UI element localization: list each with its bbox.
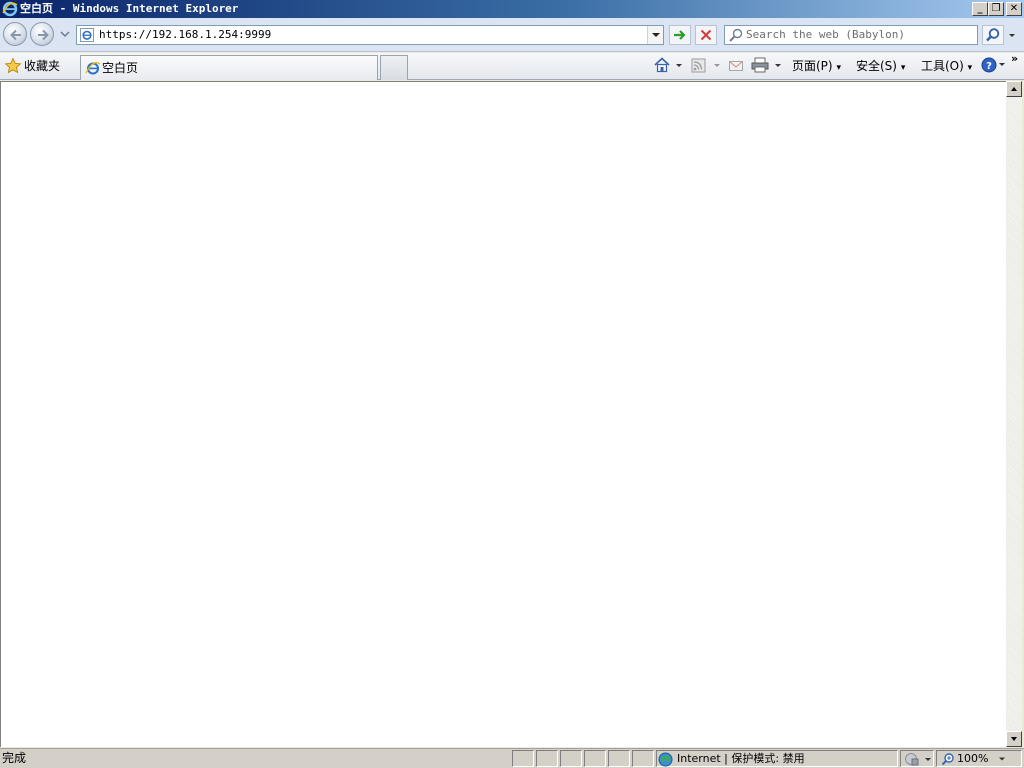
status-pane xyxy=(560,750,582,767)
page-menu-label: 页面(P) xyxy=(792,59,833,73)
arrow-up-icon xyxy=(1011,87,1017,91)
chevron-down-icon xyxy=(60,31,70,37)
status-pane xyxy=(512,750,534,767)
dropdown-arrow-icon xyxy=(775,64,781,67)
rss-feed-icon xyxy=(691,58,706,73)
tools-menu[interactable]: 工具(O) ▾ xyxy=(921,56,972,76)
magnifier-icon xyxy=(986,28,1000,42)
search-button[interactable] xyxy=(982,25,1004,45)
minimize-icon: _ xyxy=(977,3,983,14)
favorites-button[interactable]: 收藏夹 xyxy=(24,56,60,76)
safety-menu-label: 安全(S) xyxy=(856,59,897,73)
printer-icon xyxy=(751,57,769,73)
chevron-down-icon: ▾ xyxy=(900,63,906,73)
window-title: 空白页 - Windows Internet Explorer xyxy=(20,2,239,15)
print-button[interactable] xyxy=(750,56,770,74)
dropdown-arrow-icon xyxy=(999,757,1005,761)
status-text: 完成 xyxy=(2,751,27,765)
page-content[interactable] xyxy=(0,81,1006,747)
status-pane xyxy=(632,750,654,767)
search-box[interactable]: Search the web (Babylon) xyxy=(724,25,978,45)
feeds-dropdown[interactable] xyxy=(712,58,722,72)
vertical-scrollbar[interactable] xyxy=(1006,81,1022,747)
minimize-button[interactable]: _ xyxy=(972,2,988,16)
print-dropdown[interactable] xyxy=(773,58,783,72)
help-menu[interactable]: ? xyxy=(981,56,1009,74)
new-tab-button[interactable] xyxy=(380,55,408,80)
page-menu[interactable]: 页面(P) ▾ xyxy=(792,56,841,76)
svg-text:?: ? xyxy=(986,61,992,72)
title-bar[interactable]: 空白页 - Windows Internet Explorer _ ❐ ✕ xyxy=(0,0,1024,18)
home-button[interactable] xyxy=(652,56,672,74)
recent-pages-dropdown[interactable] xyxy=(59,28,71,40)
back-button[interactable] xyxy=(3,22,27,46)
more-commands-chevron-icon[interactable]: » xyxy=(1011,52,1023,66)
scroll-down-button[interactable] xyxy=(1006,731,1022,747)
zone-text: Internet | 保护模式: 禁用 xyxy=(677,752,805,765)
close-window-button[interactable]: ✕ xyxy=(1006,2,1022,16)
scroll-up-button[interactable] xyxy=(1006,81,1022,97)
chevron-down-icon: ▾ xyxy=(967,63,973,73)
home-dropdown[interactable] xyxy=(674,58,684,72)
address-bar[interactable]: https://192.168.1.254:9999 xyxy=(76,25,664,45)
address-input[interactable]: https://192.168.1.254:9999 xyxy=(99,26,271,44)
dropdown-arrow-icon xyxy=(652,33,660,37)
go-arrow-icon xyxy=(674,30,686,40)
feeds-button[interactable] xyxy=(690,57,708,75)
zoom-icon xyxy=(941,753,954,766)
chevron-down-icon: ▾ xyxy=(836,63,841,73)
globe-icon xyxy=(658,752,673,767)
help-icon: ? xyxy=(981,57,1005,73)
favorites-star-icon xyxy=(4,57,22,75)
status-pane xyxy=(536,750,558,767)
forward-button[interactable] xyxy=(30,22,54,46)
restore-button[interactable]: ❐ xyxy=(988,2,1004,16)
lock-globe-icon xyxy=(905,753,931,766)
address-dropdown-button[interactable] xyxy=(647,26,663,44)
ie-logo-icon xyxy=(2,1,18,17)
search-input[interactable]: Search the web (Babylon) xyxy=(746,26,905,44)
tab-label: 空白页 xyxy=(102,61,139,75)
safety-menu[interactable]: 安全(S) ▾ xyxy=(856,56,905,76)
forward-arrow-icon xyxy=(38,29,49,41)
search-options-dropdown[interactable] xyxy=(1005,27,1019,43)
back-arrow-icon xyxy=(10,29,21,41)
zoom-level: 100% xyxy=(957,752,989,765)
mail-icon xyxy=(729,61,743,71)
security-zone-pane[interactable]: Internet | 保护模式: 禁用 xyxy=(656,750,898,767)
dropdown-arrow-icon xyxy=(1009,34,1015,37)
zoom-pane[interactable]: 100% xyxy=(936,750,1022,767)
close-icon: ✕ xyxy=(1009,3,1019,14)
status-pane xyxy=(584,750,606,767)
search-icon xyxy=(729,28,743,42)
ie-tab-icon xyxy=(85,62,101,75)
read-mail-button[interactable] xyxy=(728,58,744,74)
tools-menu-label: 工具(O) xyxy=(921,59,964,73)
dropdown-arrow-icon xyxy=(714,64,720,67)
restore-icon: ❐ xyxy=(991,3,1001,14)
page-ie-icon xyxy=(80,28,94,42)
protected-mode-pane[interactable] xyxy=(900,750,934,767)
stop-x-icon xyxy=(700,29,712,41)
dropdown-arrow-icon xyxy=(676,64,682,67)
tab-blank-page[interactable]: 空白页 xyxy=(80,55,378,80)
arrow-down-icon xyxy=(1011,737,1017,741)
home-icon xyxy=(654,57,670,73)
stop-button[interactable] xyxy=(695,25,717,45)
go-button[interactable] xyxy=(669,25,691,45)
status-pane xyxy=(608,750,630,767)
